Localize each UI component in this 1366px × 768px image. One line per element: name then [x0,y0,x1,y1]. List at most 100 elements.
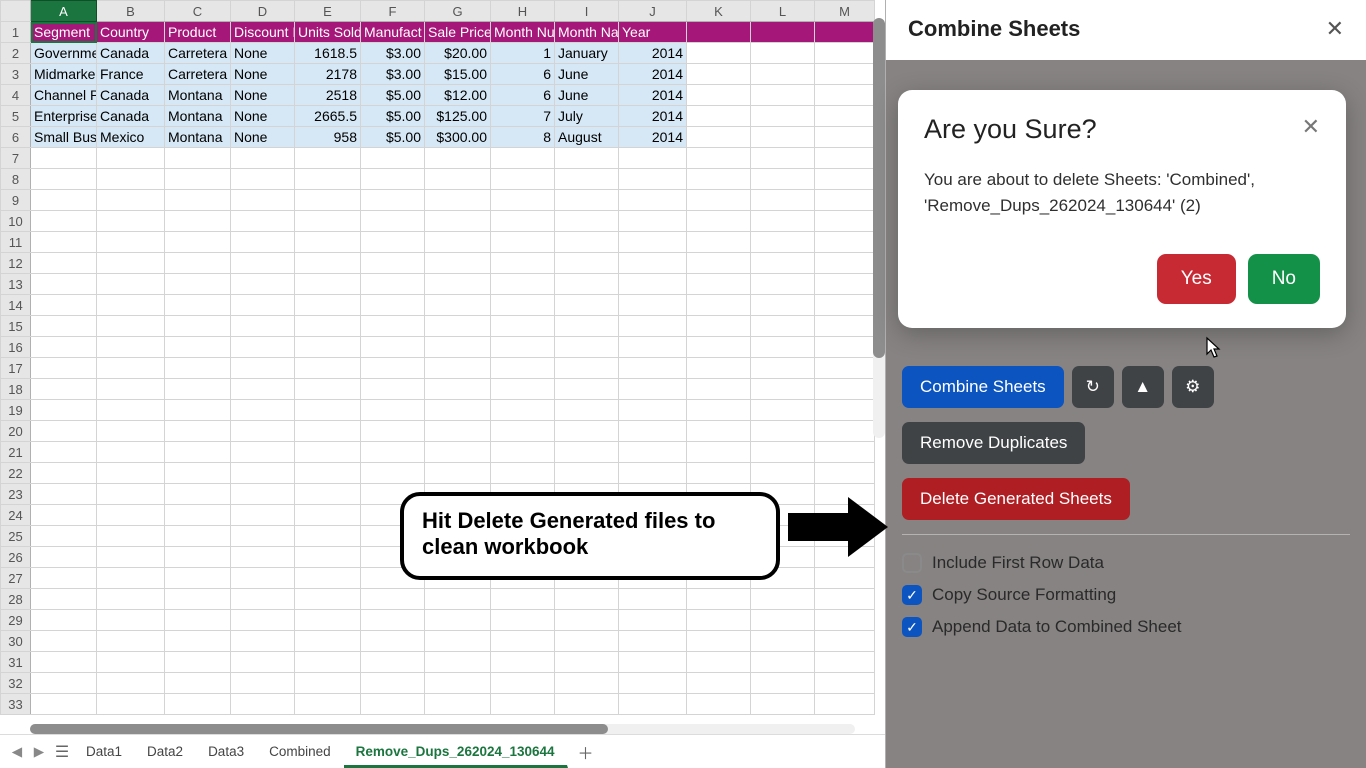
cell[interactable] [815,673,875,694]
cell[interactable] [295,253,361,274]
grid-row[interactable]: 16 [1,337,875,358]
cell[interactable] [555,652,619,673]
cell[interactable] [31,694,97,715]
cell[interactable] [231,169,295,190]
grid-row[interactable]: 4Channel PCanadaMontanaNone2518$5.00$12.… [1,85,875,106]
cell[interactable]: June [555,64,619,85]
cell[interactable] [231,400,295,421]
cell[interactable] [97,673,165,694]
cell[interactable]: Year [619,22,687,43]
cell[interactable]: August [555,127,619,148]
cell[interactable] [619,421,687,442]
cell[interactable] [97,211,165,232]
cell[interactable]: None [231,43,295,64]
cell[interactable] [491,274,555,295]
cell[interactable] [815,358,875,379]
cell[interactable] [31,358,97,379]
close-icon[interactable]: ✕ [1302,114,1320,140]
row-header[interactable]: 31 [1,652,31,673]
cell[interactable] [165,694,231,715]
cell[interactable] [619,610,687,631]
row-header[interactable]: 15 [1,316,31,337]
cell[interactable] [231,610,295,631]
cell[interactable] [687,400,751,421]
cell[interactable] [361,652,425,673]
grid-row[interactable]: 31 [1,652,875,673]
cell[interactable] [231,358,295,379]
cell[interactable] [97,652,165,673]
row-header[interactable]: 24 [1,505,31,526]
cell[interactable]: Enterprise [31,106,97,127]
cell[interactable] [295,148,361,169]
cell[interactable]: Channel P [31,85,97,106]
grid-row[interactable]: 32 [1,673,875,694]
cell[interactable] [555,358,619,379]
cell[interactable]: $5.00 [361,106,425,127]
cell[interactable] [295,169,361,190]
cell[interactable] [619,211,687,232]
cell[interactable] [751,589,815,610]
cell[interactable] [97,274,165,295]
cell[interactable] [425,694,491,715]
cell[interactable] [295,190,361,211]
cell[interactable] [165,547,231,568]
cell[interactable] [687,43,751,64]
cell[interactable] [815,568,875,589]
cell[interactable] [687,421,751,442]
grid-row[interactable]: 33 [1,694,875,715]
cell[interactable]: 6 [491,85,555,106]
cell[interactable] [555,295,619,316]
cell[interactable] [555,442,619,463]
cell[interactable] [31,190,97,211]
cell[interactable] [619,673,687,694]
row-header[interactable]: 2 [1,43,31,64]
sheet-tab[interactable]: Combined [257,738,344,765]
cell[interactable] [491,169,555,190]
horizontal-scrollbar[interactable] [30,724,855,734]
cell[interactable] [425,589,491,610]
cell[interactable] [165,379,231,400]
cell[interactable]: 8 [491,127,555,148]
cell[interactable]: 958 [295,127,361,148]
cell[interactable]: 2014 [619,85,687,106]
cell[interactable] [491,190,555,211]
cell[interactable] [295,673,361,694]
cell[interactable] [687,22,751,43]
cell[interactable] [361,694,425,715]
cell[interactable] [687,85,751,106]
cell[interactable] [815,316,875,337]
cell[interactable] [31,400,97,421]
cell[interactable] [555,337,619,358]
cell[interactable] [97,148,165,169]
grid-row[interactable]: 3MidmarkeFranceCarreteraNone2178$3.00$15… [1,64,875,85]
cell[interactable] [815,379,875,400]
cell[interactable] [231,232,295,253]
cell[interactable] [165,400,231,421]
cell[interactable] [361,463,425,484]
cell[interactable] [31,547,97,568]
cell[interactable] [425,610,491,631]
cell[interactable] [295,631,361,652]
cell[interactable] [687,127,751,148]
cell[interactable] [687,316,751,337]
cell[interactable] [165,211,231,232]
cell[interactable] [97,421,165,442]
grid-row[interactable]: 5EnterpriseCanadaMontanaNone2665.5$5.00$… [1,106,875,127]
row-header[interactable]: 9 [1,190,31,211]
cell[interactable] [751,610,815,631]
cell[interactable] [751,148,815,169]
cell[interactable]: $125.00 [425,106,491,127]
cell[interactable] [425,358,491,379]
row-header[interactable]: 29 [1,610,31,631]
cell[interactable] [491,610,555,631]
cell[interactable] [687,589,751,610]
cell[interactable]: Montana [165,85,231,106]
cell[interactable] [425,232,491,253]
cell[interactable] [751,694,815,715]
cell[interactable] [425,148,491,169]
cell[interactable] [751,64,815,85]
refresh-icon[interactable]: ↻ [1072,366,1114,408]
cell[interactable] [687,652,751,673]
cell[interactable] [687,190,751,211]
cell[interactable] [751,106,815,127]
